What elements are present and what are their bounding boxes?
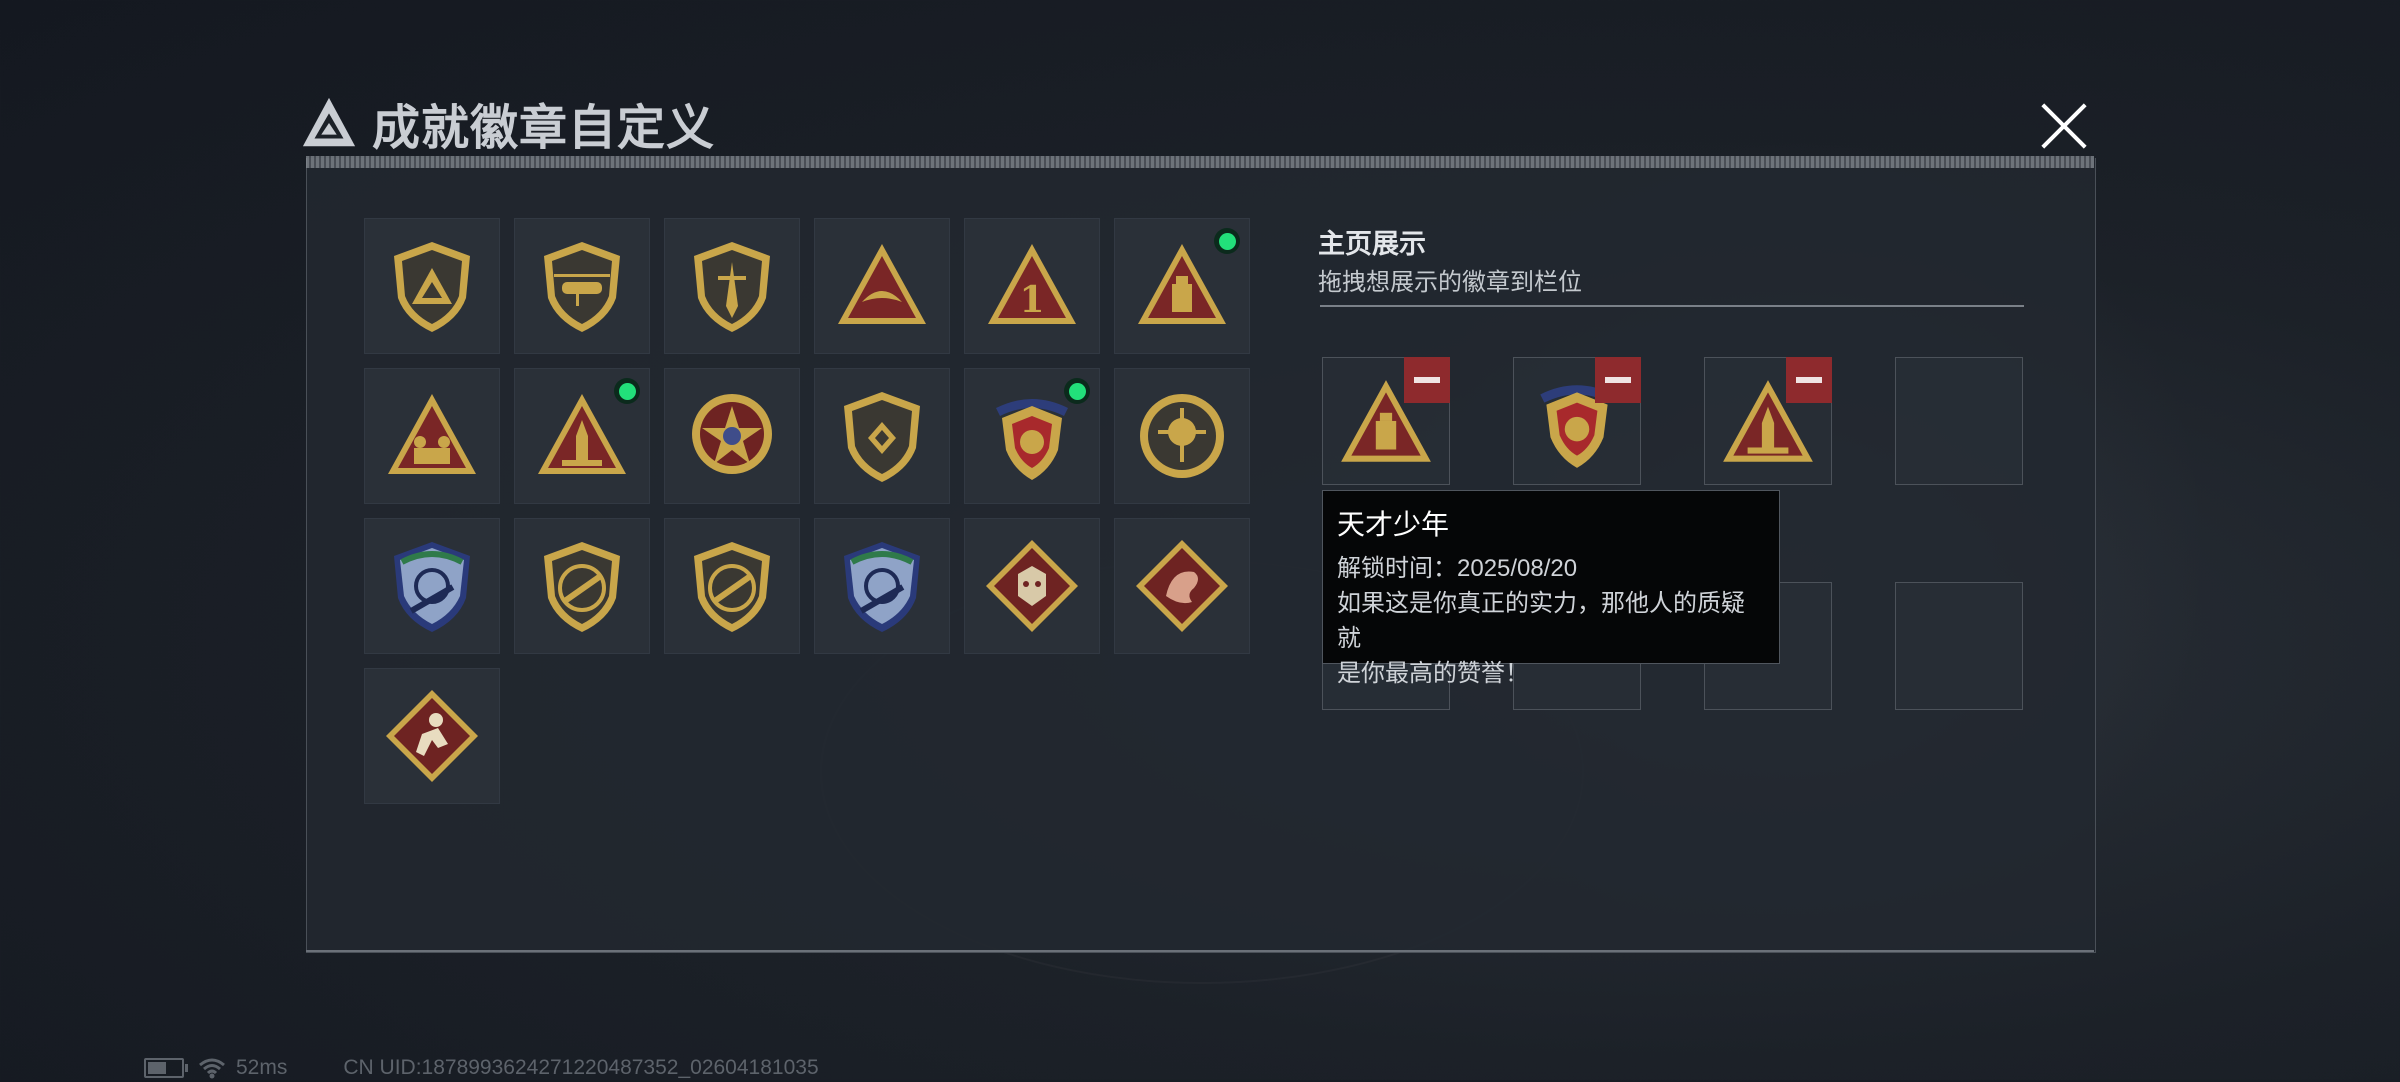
badge-collection-grid: 1 [364,218,1250,804]
showcase-subtitle: 拖拽想展示的徽章到栏位 [1318,269,1582,296]
badge-cell[interactable] [364,368,500,504]
svg-text:1: 1 [1019,279,1044,321]
badge-cell[interactable] [1114,518,1250,654]
showcase-slot[interactable] [1895,357,2023,485]
equipped-indicator-icon [1064,378,1090,404]
triangle-logo-icon [302,97,356,147]
badge-cell[interactable] [664,218,800,354]
badge-cell[interactable] [514,368,650,504]
panel-top-border [306,156,2094,168]
page-header: 成就徽章自定义 [300,88,715,158]
badge-tooltip: 天才少年 解锁时间：2025/08/20 如果这是你真正的实力，那他人的质疑就 … [1322,490,1780,687]
badge-cell[interactable] [1114,218,1250,354]
badge-cell[interactable] [514,218,650,354]
showcase-title: 主页展示 [1318,229,1426,259]
equipped-indicator-icon [1214,228,1240,254]
uid-text: CN UID:1878993624271220487352_0260418103… [343,1056,819,1079]
wifi-icon [199,1058,225,1079]
tooltip-description-line-2: 是你最高的赞誉！ [1337,660,1529,687]
badge-cell[interactable] [814,368,950,504]
battery-icon [144,1058,188,1078]
remove-badge-button[interactable] [1786,357,1832,403]
badge-cell[interactable] [964,518,1100,654]
badge-cell[interactable] [964,368,1100,504]
badge-cell[interactable] [664,518,800,654]
badge-cell[interactable]: 1 [964,218,1100,354]
badge-cell[interactable] [814,518,950,654]
badge-cell[interactable] [1114,368,1250,504]
showcase-divider [1320,305,2024,307]
close-button[interactable] [2038,100,2090,152]
panel-bottom-border [306,950,2094,952]
badge-cell[interactable] [364,218,500,354]
badge-cell[interactable] [814,218,950,354]
status-bar: 52ms CN UID:1878993624271220487352_02604… [144,1054,819,1082]
remove-badge-button[interactable] [1404,357,1450,403]
page-title: 成就徽章自定义 [372,102,716,155]
tooltip-unlock-time: 解锁时间：2025/08/20 [1337,555,1578,582]
showcase-slot[interactable] [1704,357,1832,485]
badge-cell[interactable] [664,368,800,504]
badge-cell[interactable] [364,518,500,654]
showcase-slot[interactable] [1513,357,1641,485]
badge-cell[interactable] [514,518,650,654]
ping-value: 52ms [236,1056,288,1079]
showcase-slot[interactable] [1895,582,2023,710]
tooltip-description-line-1: 如果这是你真正的实力，那他人的质疑就 [1337,590,1745,652]
remove-badge-button[interactable] [1595,357,1641,403]
badge-cell[interactable] [364,668,500,804]
equipped-indicator-icon [614,378,640,404]
tooltip-badge-name: 天才少年 [1337,509,1450,540]
showcase-slot[interactable] [1322,357,1450,485]
